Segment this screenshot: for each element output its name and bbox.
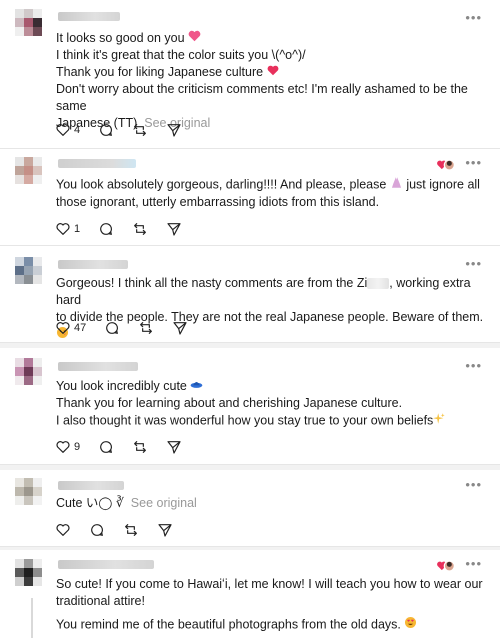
heart-eyes-emoji-icon: [404, 616, 417, 634]
share-icon: [158, 524, 172, 537]
avatar[interactable]: [15, 157, 49, 191]
share-button[interactable]: [166, 439, 182, 455]
comment-card: ••• Gorgeous! I think all the nasty comm…: [0, 246, 500, 343]
heart-emoji-icon: [267, 64, 279, 81]
like-button[interactable]: 4: [55, 122, 80, 138]
comment-icon: [91, 524, 104, 536]
like-button[interactable]: [55, 522, 71, 538]
comment-card: ••• It looks so good on you I think it's…: [0, 0, 500, 149]
reply-button[interactable]: [104, 320, 120, 336]
comment-text: You look absolutely gorgeous, darling!!!…: [56, 176, 480, 209]
action-bar: 4: [55, 121, 200, 139]
like-count: 9: [74, 441, 81, 453]
sparkles-emoji-icon: [433, 412, 446, 430]
username[interactable]: [58, 12, 120, 21]
comment-card: ••• You look incredibly cute Thank you f…: [0, 348, 500, 465]
more-icon[interactable]: •••: [465, 556, 482, 571]
more-icon[interactable]: •••: [465, 477, 482, 492]
heart-icon: [56, 223, 70, 235]
share-button[interactable]: [166, 122, 182, 138]
action-bar: [55, 521, 191, 539]
heart-icon: [56, 441, 70, 453]
heart-icon: [56, 524, 70, 536]
avatar[interactable]: [15, 358, 49, 392]
repost-button[interactable]: [123, 522, 139, 538]
like-button[interactable]: 47: [55, 320, 86, 336]
comment-icon: [106, 322, 119, 334]
share-icon: [173, 322, 187, 335]
comment-text: It looks so good on you I think it's gre…: [56, 30, 472, 131]
avatar[interactable]: [15, 9, 49, 43]
hat-emoji-icon: [190, 378, 203, 395]
see-original-link[interactable]: See original: [131, 496, 197, 510]
blurred-word: [367, 278, 390, 290]
like-button[interactable]: 1: [55, 221, 80, 237]
reply-button[interactable]: [98, 221, 114, 237]
share-icon: [167, 441, 181, 454]
action-bar: 9: [55, 438, 200, 456]
heart-icon: [56, 322, 70, 334]
repost-icon: [134, 124, 147, 136]
heart-emoji-icon: [188, 30, 201, 47]
like-button[interactable]: 9: [55, 439, 80, 455]
username[interactable]: [58, 159, 136, 168]
share-icon: [167, 124, 181, 137]
repost-button[interactable]: [132, 122, 148, 138]
avatar[interactable]: [15, 257, 49, 291]
repost-button[interactable]: [132, 439, 148, 455]
action-bar: 1: [55, 220, 200, 238]
comment-card: ••• So cute! If you come to Hawaiʻi, let…: [0, 550, 500, 638]
repost-icon: [140, 322, 153, 334]
share-button[interactable]: [166, 221, 182, 237]
username[interactable]: [58, 560, 154, 569]
comment-card: ••• You look absolutely gorgeous, darlin…: [0, 149, 500, 246]
reply-button[interactable]: [89, 522, 105, 538]
comment-icon: [100, 124, 113, 136]
more-icon[interactable]: •••: [465, 10, 482, 25]
reply-button[interactable]: [98, 122, 114, 138]
username[interactable]: [58, 481, 124, 490]
comment-icon: [100, 441, 113, 453]
comment-card: ••• Cute い◯ ∛ See original: [0, 470, 500, 547]
share-icon: [167, 223, 181, 236]
username[interactable]: [58, 260, 128, 269]
heart-icon: [56, 124, 70, 136]
comment-text: You look incredibly cute Thank you for l…: [56, 378, 484, 430]
repost-icon: [134, 441, 147, 453]
like-count: 4: [74, 124, 81, 136]
reply-button[interactable]: [98, 439, 114, 455]
comment-text: Cute い◯ ∛ See original: [56, 496, 197, 510]
comment-feed: ••• It looks so good on you I think it's…: [0, 0, 500, 638]
reaction-avatars: [437, 159, 455, 171]
more-icon[interactable]: •••: [465, 358, 482, 373]
avatar[interactable]: [15, 478, 49, 512]
more-icon[interactable]: •••: [465, 256, 482, 271]
folded-hands-emoji-icon: [390, 176, 403, 194]
avatar[interactable]: [15, 559, 49, 593]
repost-button[interactable]: [132, 221, 148, 237]
comment-text: So cute! If you come to Hawaiʻi, let me …: [56, 576, 484, 634]
comment-icon: [100, 223, 113, 235]
repost-icon: [125, 524, 137, 536]
repost-icon: [134, 223, 147, 235]
username[interactable]: [58, 362, 138, 371]
repost-button[interactable]: [138, 320, 154, 336]
thread-line: [31, 598, 33, 638]
reaction-avatars: [437, 560, 455, 572]
share-button[interactable]: [172, 320, 188, 336]
more-icon[interactable]: •••: [465, 155, 482, 170]
like-count: 47: [74, 322, 87, 334]
action-bar: 47: [55, 319, 206, 337]
share-button[interactable]: [157, 522, 173, 538]
like-count: 1: [74, 223, 81, 235]
